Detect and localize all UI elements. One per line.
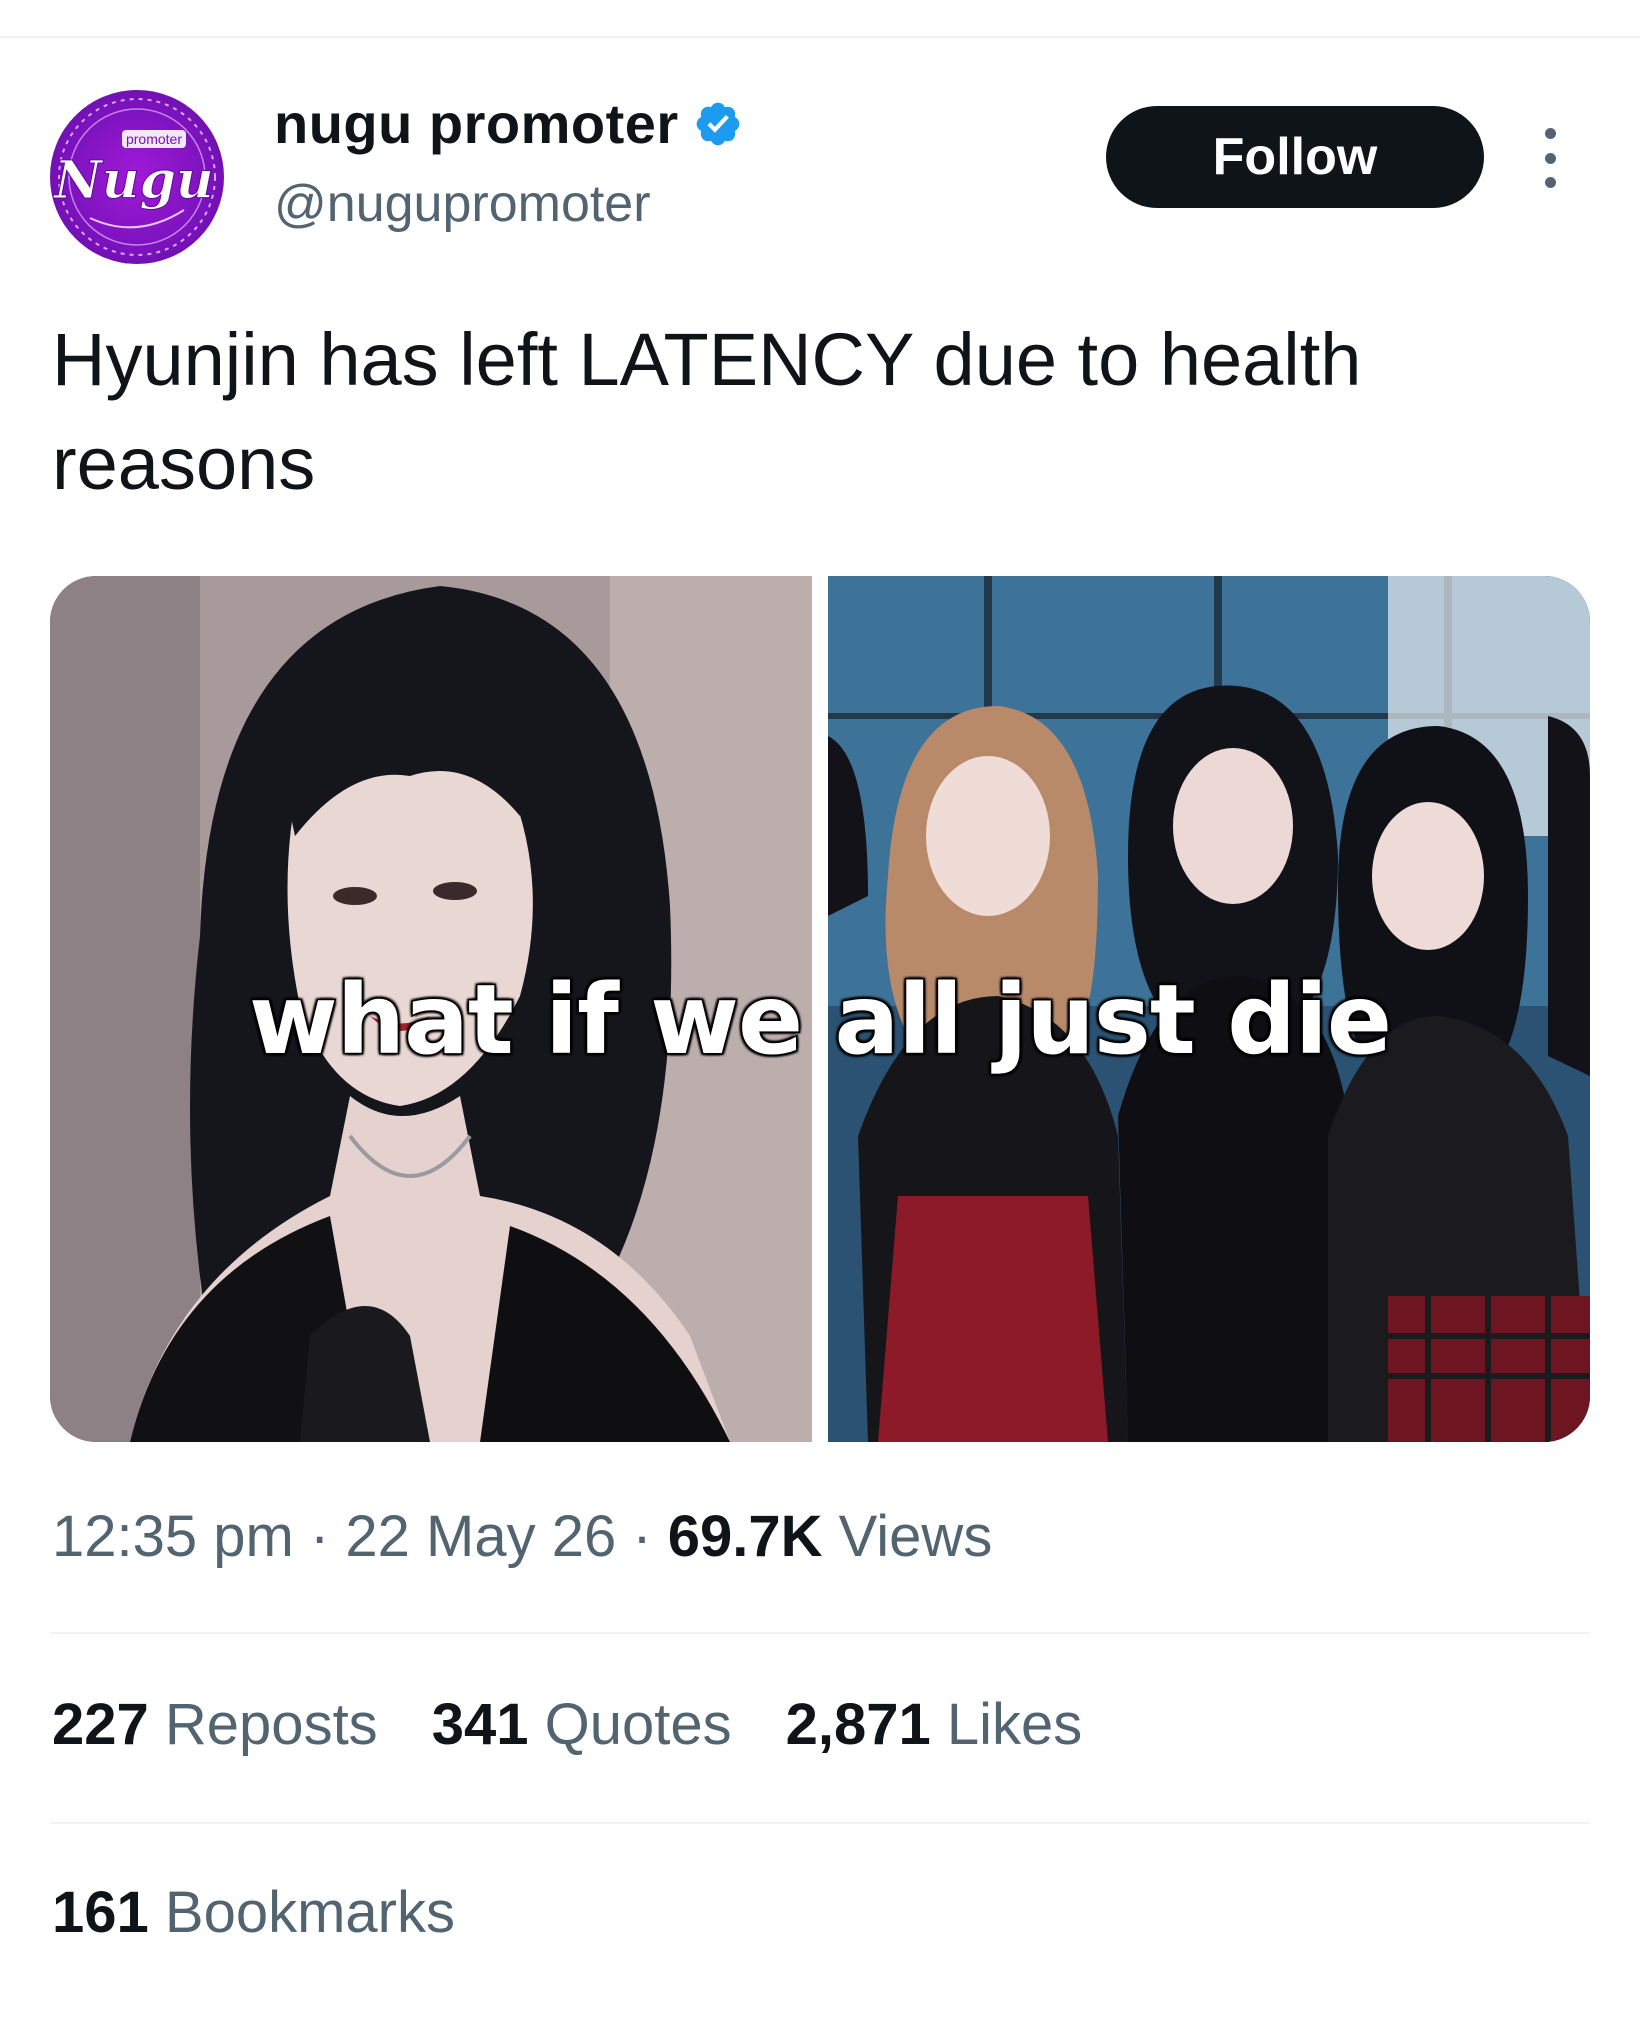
bookmarks-stat[interactable]: 161 Bookmarks	[52, 1884, 455, 1942]
media-caption-overlay: what if we all just die	[248, 963, 1394, 1078]
author-handle[interactable]: @nugupromoter	[274, 178, 651, 230]
more-vertical-icon[interactable]	[1536, 128, 1564, 188]
divider	[50, 1822, 1590, 1824]
meta-separator: ·	[616, 1504, 668, 1569]
tweet-text: Hyunjin has left LATENCY due to health r…	[52, 318, 1362, 505]
likes-count: 2,871	[785, 1692, 931, 1757]
bookmarks-count: 161	[52, 1880, 149, 1945]
tweet-meta: 12:35 pm · 22 May 26 · 69.7K Views	[52, 1508, 992, 1566]
follow-button[interactable]: Follow	[1106, 106, 1484, 208]
likes-label: Likes	[946, 1692, 1083, 1757]
tweet-time[interactable]: 12:35 pm	[52, 1504, 294, 1569]
more-dot	[1544, 177, 1556, 188]
engagement-stats: 227 Reposts 341 Quotes 2,871 Likes	[52, 1696, 1082, 1754]
reposts-label: Reposts	[164, 1692, 378, 1757]
more-dot	[1544, 152, 1556, 164]
author-name-row[interactable]: nugu promoter	[274, 96, 743, 152]
quotes-count: 341	[431, 1692, 529, 1757]
author-display-name[interactable]: nugu promoter	[274, 96, 679, 152]
avatar-text-main: Nugu	[52, 150, 214, 211]
quotes-label: Quotes	[544, 1692, 732, 1757]
top-divider	[0, 36, 1640, 38]
avatar-logo: promoter Nugu	[52, 98, 216, 256]
quotes-stat[interactable]: 341 Quotes	[432, 1696, 732, 1754]
likes-stat[interactable]: 2,871 Likes	[786, 1696, 1083, 1754]
views-label: Views	[838, 1504, 993, 1569]
author-avatar[interactable]: promoter Nugu	[50, 90, 224, 264]
avatar-text-top: promoter	[126, 131, 182, 147]
reposts-stat[interactable]: 227 Reposts	[52, 1696, 378, 1754]
views-count: 69.7K	[667, 1504, 823, 1569]
bookmarks-label: Bookmarks	[164, 1880, 455, 1945]
divider	[50, 1632, 1590, 1634]
meta-separator: ·	[293, 1504, 346, 1569]
reposts-count: 227	[52, 1692, 149, 1757]
verified-badge-icon	[696, 102, 740, 146]
tweet-date[interactable]: 22 May 26	[345, 1504, 616, 1569]
more-dot	[1544, 128, 1556, 139]
